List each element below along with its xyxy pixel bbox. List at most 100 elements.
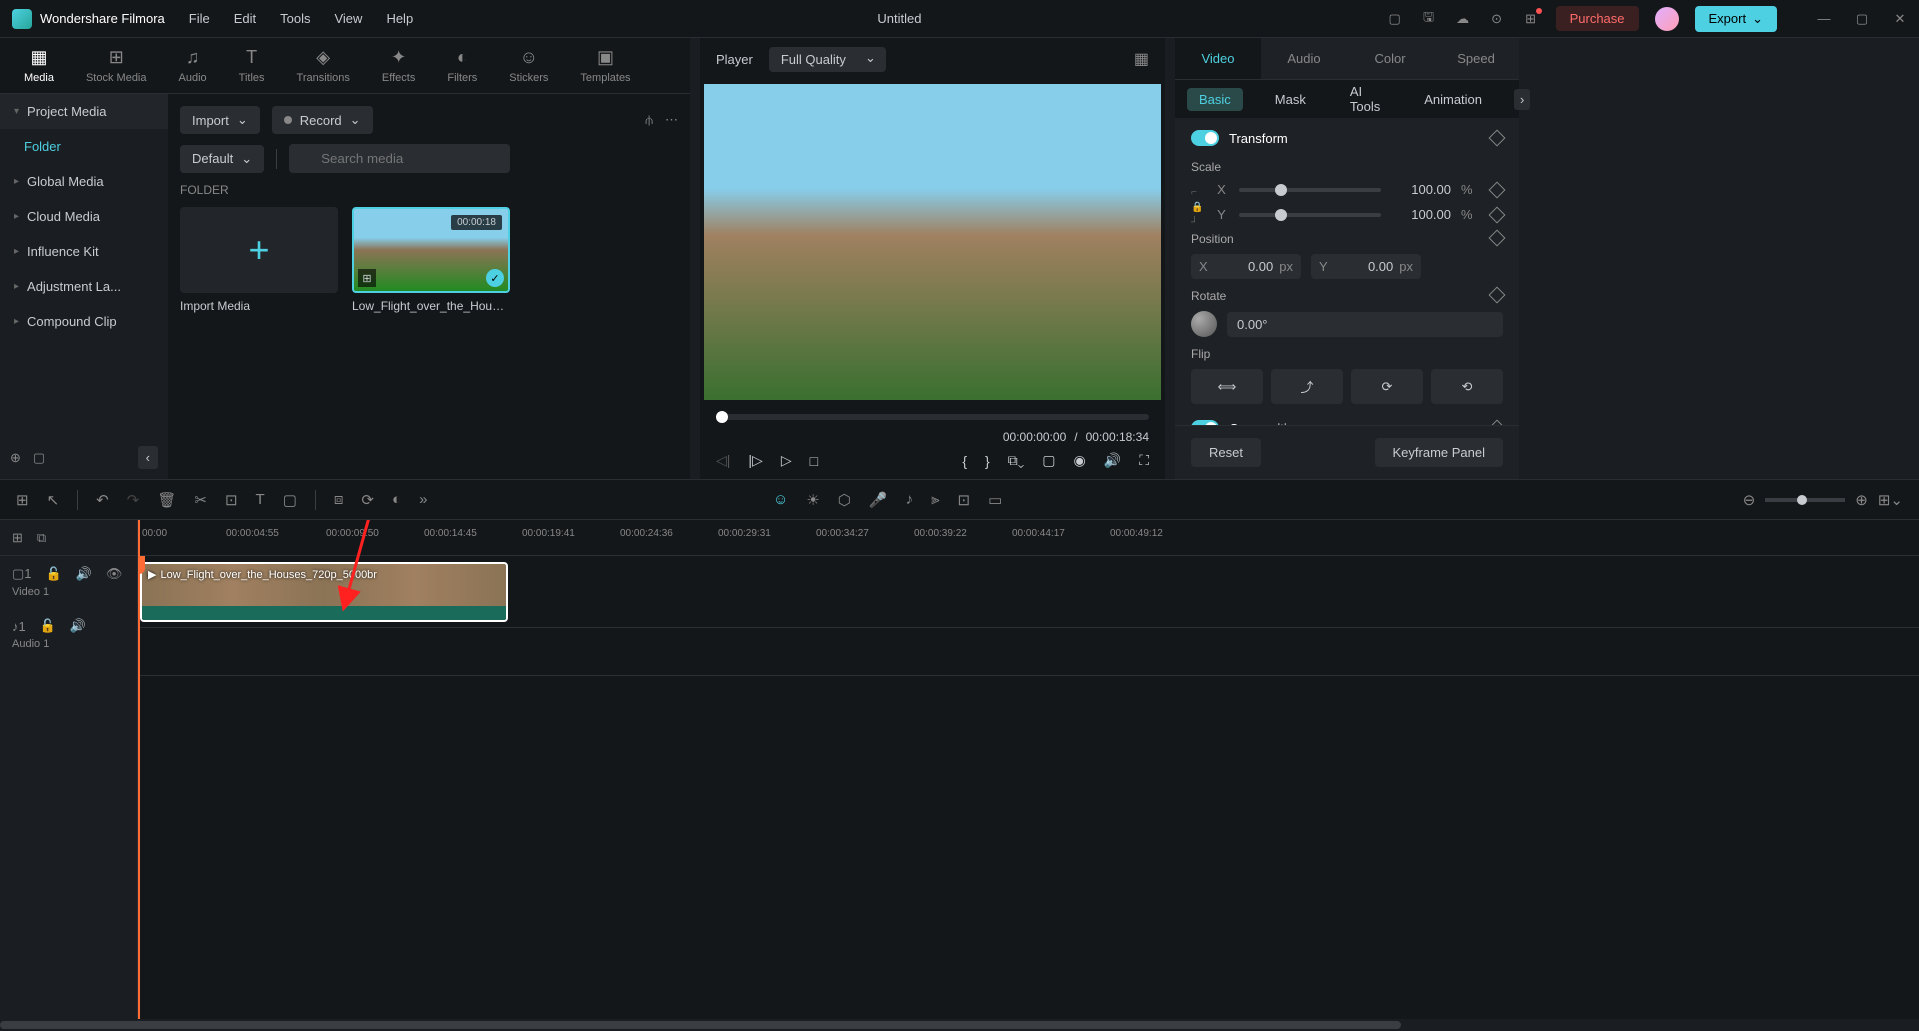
more-tools-button[interactable]: » — [419, 491, 427, 508]
sidebar-project-media[interactable]: ▾Project Media — [0, 94, 168, 129]
link-icon[interactable]: ┘ — [1191, 217, 1203, 228]
import-media-slot[interactable]: + — [180, 207, 338, 293]
menu-tools[interactable]: Tools — [280, 11, 310, 26]
rotate-cw-button[interactable]: ⟳ — [1351, 369, 1423, 404]
music-icon[interactable]: ♪ — [906, 491, 914, 508]
rotate-ccw-button[interactable]: ⟲ — [1431, 369, 1503, 404]
timeline-ruler[interactable]: 00:00 00:00:04:55 00:00:09:50 00:00:14:4… — [138, 520, 1919, 556]
user-avatar[interactable] — [1655, 7, 1679, 31]
prev-button[interactable]: ◁| — [716, 452, 730, 469]
scale-x-value[interactable]: 100.00 — [1391, 182, 1451, 197]
mic-icon[interactable]: 🎤 — [869, 491, 888, 509]
quality-dropdown[interactable]: Full Quality — [769, 47, 886, 72]
lock-icon[interactable]: 🔓 — [46, 566, 62, 582]
new-folder-icon[interactable]: ⊕ — [10, 450, 21, 466]
edit-clip-icon[interactable]: ⊞ — [358, 269, 376, 287]
import-dropdown[interactable]: Import⌄ — [180, 106, 260, 134]
save-icon[interactable]: 🖫 — [1420, 10, 1438, 28]
media-clip-thumbnail[interactable]: 00:00:18 ⊞ ✓ — [352, 207, 510, 293]
keyframe-icon[interactable] — [1489, 181, 1506, 198]
step-back-button[interactable]: |▷ — [748, 452, 762, 469]
subtab-mask[interactable]: Mask — [1263, 88, 1318, 111]
split-icon[interactable]: ⫸ — [931, 491, 939, 508]
stop-button[interactable]: □ — [810, 453, 818, 469]
redo-button[interactable]: ↷ — [127, 491, 140, 509]
lock-icon[interactable]: 🔓 — [40, 618, 56, 634]
props-tab-video[interactable]: Video — [1175, 38, 1261, 79]
rotate-knob[interactable] — [1191, 311, 1217, 337]
eye-icon[interactable]: 👁 — [106, 566, 123, 582]
keyframe-icon[interactable] — [1489, 287, 1506, 304]
mode-tab-effects[interactable]: ✦Effects — [382, 47, 415, 84]
cut-button[interactable]: ✂ — [194, 491, 207, 509]
camera-icon[interactable]: ◉ — [1074, 452, 1086, 469]
color-button[interactable]: ◐ — [392, 491, 401, 508]
lock-icon[interactable]: 🔒 — [1191, 202, 1203, 213]
display-icon[interactable]: ▢ — [1042, 452, 1055, 469]
device-icon[interactable]: ▢ — [1386, 10, 1404, 28]
position-x-input[interactable]: X0.00px — [1191, 254, 1301, 279]
props-tab-speed[interactable]: Speed — [1433, 38, 1519, 79]
sidebar-adjustment-layer[interactable]: ▸Adjustment La... — [0, 269, 168, 304]
sidebar-folder[interactable]: Folder — [0, 129, 168, 164]
shield-icon[interactable]: ⬡ — [838, 491, 851, 509]
reset-button[interactable]: Reset — [1191, 438, 1261, 467]
menu-edit[interactable]: Edit — [234, 11, 256, 26]
snapshot-icon[interactable]: ▦ — [1134, 49, 1149, 69]
mute-icon[interactable]: 🔊 — [70, 618, 86, 634]
subtab-animation[interactable]: Animation — [1412, 88, 1494, 111]
maximize-button[interactable]: ▢ — [1855, 12, 1869, 26]
timeline-scrollbar[interactable] — [0, 1019, 1919, 1031]
link-icon[interactable]: ⧉ — [37, 530, 46, 546]
delete-button[interactable]: 🗑 — [157, 491, 176, 509]
mark-out-button[interactable]: } — [985, 453, 990, 469]
mode-tab-templates[interactable]: ▣Templates — [580, 47, 630, 84]
zoom-in-button[interactable]: ⊕ — [1855, 491, 1868, 509]
undo-button[interactable]: ↶ — [96, 491, 109, 509]
zoom-out-button[interactable]: ⊖ — [1743, 491, 1756, 509]
keyframe-panel-button[interactable]: Keyframe Panel — [1375, 438, 1504, 467]
menu-help[interactable]: Help — [386, 11, 413, 26]
volume-icon[interactable]: 🔊 — [1104, 452, 1121, 469]
group-icon[interactable]: ⊡ — [958, 491, 971, 509]
mode-tab-titles[interactable]: TTitles — [239, 47, 265, 84]
mute-icon[interactable]: 🔊 — [76, 566, 92, 582]
mode-tab-media[interactable]: ▦Media — [24, 47, 54, 84]
menu-file[interactable]: File — [189, 11, 210, 26]
audio-track[interactable] — [138, 628, 1919, 676]
link-icon[interactable]: ⌐ — [1191, 187, 1203, 198]
sun-icon[interactable]: ☀ — [806, 491, 819, 509]
preview-video[interactable] — [704, 84, 1161, 400]
link-button[interactable]: ⧈ — [334, 491, 344, 508]
scale-x-slider[interactable] — [1239, 188, 1381, 192]
sidebar-global-media[interactable]: ▸Global Media — [0, 164, 168, 199]
text-button[interactable]: T — [256, 491, 265, 508]
position-y-input[interactable]: Y0.00px — [1311, 254, 1421, 279]
export-button[interactable]: Export⌄ — [1695, 6, 1777, 32]
mode-tab-stock[interactable]: ⊞Stock Media — [86, 47, 147, 84]
keyframe-icon[interactable] — [1489, 130, 1506, 147]
minimize-button[interactable]: — — [1817, 12, 1831, 26]
close-button[interactable]: ✕ — [1893, 12, 1907, 26]
record-dropdown[interactable]: Record⌄ — [272, 106, 373, 134]
search-input[interactable] — [289, 144, 510, 173]
transform-toggle[interactable] — [1191, 130, 1219, 146]
sidebar-influence-kit[interactable]: ▸Influence Kit — [0, 234, 168, 269]
crop-button[interactable]: ⊡ — [225, 491, 238, 509]
video-track[interactable]: ▶Low_Flight_over_the_Houses_720p_5000br — [138, 556, 1919, 628]
scale-y-slider[interactable] — [1239, 213, 1381, 217]
subtab-scroll-right[interactable]: › — [1514, 89, 1530, 110]
sidebar-cloud-media[interactable]: ▸Cloud Media — [0, 199, 168, 234]
layout-icon[interactable]: ⊞ — [16, 491, 29, 509]
mark-in-button[interactable]: { — [962, 453, 967, 469]
flip-horizontal-button[interactable]: ⟺ — [1191, 369, 1263, 404]
folder-icon[interactable]: ▢ — [33, 450, 45, 466]
view-options[interactable]: ⊞⌄ — [1878, 491, 1903, 509]
sidebar-compound-clip[interactable]: ▸Compound Clip — [0, 304, 168, 339]
face-icon[interactable]: ☺ — [773, 491, 788, 508]
cursor-icon[interactable]: ↖ — [47, 491, 60, 509]
playhead[interactable] — [138, 520, 140, 1019]
mode-tab-filters[interactable]: ◐Filters — [447, 47, 477, 84]
mode-tab-transitions[interactable]: ◈Transitions — [297, 47, 350, 84]
props-tab-color[interactable]: Color — [1347, 38, 1433, 79]
